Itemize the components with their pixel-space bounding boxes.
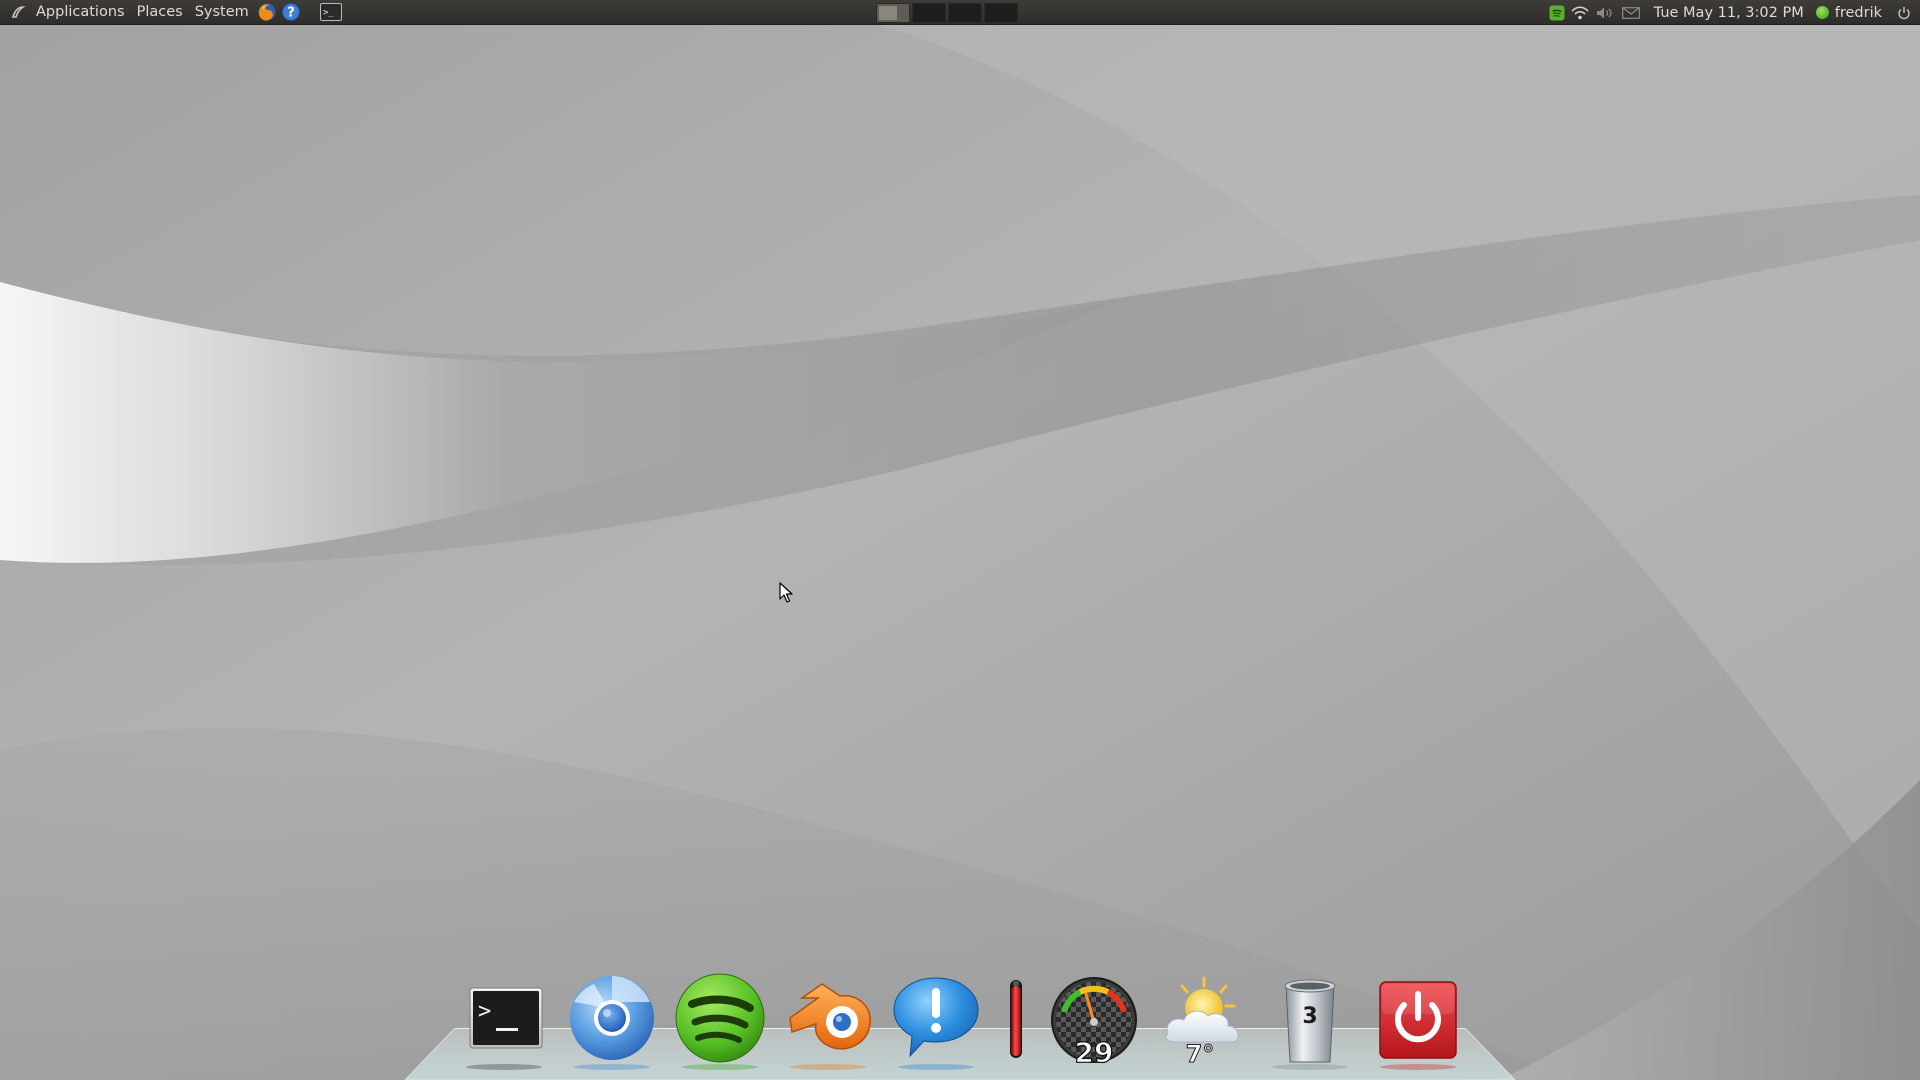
dock-reflection (1380, 1064, 1456, 1070)
dock-item-gauge[interactable]: 29 (1046, 972, 1142, 1072)
volume-icon[interactable] (1592, 0, 1618, 25)
help-icon[interactable]: ? (279, 0, 303, 25)
blender-icon (789, 983, 871, 1050)
dock-item-spotify[interactable] (672, 972, 768, 1072)
dock-reflection (898, 1064, 974, 1070)
clock[interactable]: Tue May 11, 3:02 PM (1644, 5, 1816, 21)
applications-menu[interactable]: Applications (30, 0, 131, 25)
terminal-icon: > (469, 987, 543, 1049)
dock-reflection (790, 1064, 866, 1070)
trash-count: 3 (1302, 1004, 1317, 1029)
dock-item-blender[interactable] (780, 972, 876, 1072)
dock-reflection (1272, 1064, 1348, 1070)
dock-item-chromium[interactable] (564, 972, 660, 1072)
gauge-icon: 29 (1051, 977, 1137, 1070)
power-session-icon[interactable] (1892, 0, 1916, 25)
dock-reflection (466, 1064, 542, 1070)
wifi-icon[interactable] (1568, 0, 1592, 25)
user-name: fredrik (1834, 4, 1882, 21)
firefox-icon[interactable] (255, 0, 279, 25)
wallpaper (0, 0, 1920, 1080)
terminal-launcher-icon[interactable]: >_ (311, 0, 351, 25)
workspace-switcher (876, 0, 1020, 25)
spotify-tray-icon[interactable] (1546, 0, 1568, 25)
thermometer-icon (1010, 980, 1022, 1058)
user-menu[interactable]: fredrik (1815, 4, 1892, 21)
svg-text:?: ? (287, 6, 295, 21)
svg-text:>: > (478, 999, 491, 1024)
dock-item-terminal[interactable]: > (456, 972, 552, 1072)
trash-icon: 3 (1284, 979, 1336, 1063)
dock-item-trash[interactable]: 3 (1262, 972, 1358, 1072)
power-icon (1379, 981, 1457, 1059)
mail-icon[interactable] (1618, 0, 1644, 25)
weather-temperature: 7° (1186, 1040, 1215, 1068)
system-menu[interactable]: System (189, 0, 255, 25)
dock-reflection (682, 1064, 758, 1070)
places-menu[interactable]: Places (131, 0, 189, 25)
status-available-icon (1815, 6, 1829, 19)
dock-item-notifications[interactable] (888, 972, 984, 1072)
workspace-2[interactable] (912, 2, 946, 23)
weather-icon: 7° (1165, 976, 1239, 1069)
dock: > 29 7° 3 (456, 972, 1466, 1072)
workspace-4[interactable] (984, 2, 1018, 23)
mouse-cursor-icon (779, 582, 793, 603)
dock-item-shutdown[interactable] (1370, 972, 1466, 1072)
desktop: Applications Places System ? >_ Tue May … (0, 0, 1920, 1080)
chromium-icon (570, 976, 654, 1060)
distro-logo-icon[interactable] (6, 0, 30, 25)
spotify-icon (675, 973, 765, 1063)
dock-item-weather[interactable]: 7° (1154, 972, 1250, 1072)
gauge-value: 29 (1075, 1036, 1114, 1069)
svg-text:>_: >_ (323, 8, 334, 18)
dock-item-meter[interactable] (996, 972, 1036, 1072)
dock-reflection (574, 1064, 650, 1070)
panel-left: Applications Places System ? >_ (0, 0, 351, 25)
exclamation-icon (893, 977, 979, 1058)
workspace-3[interactable] (948, 2, 982, 23)
workspace-1[interactable] (876, 2, 910, 23)
panel-right: Tue May 11, 3:02 PM fredrik (1546, 0, 1920, 25)
workspace-window-thumb (879, 5, 897, 20)
top-panel: Applications Places System ? >_ Tue May … (0, 0, 1920, 25)
